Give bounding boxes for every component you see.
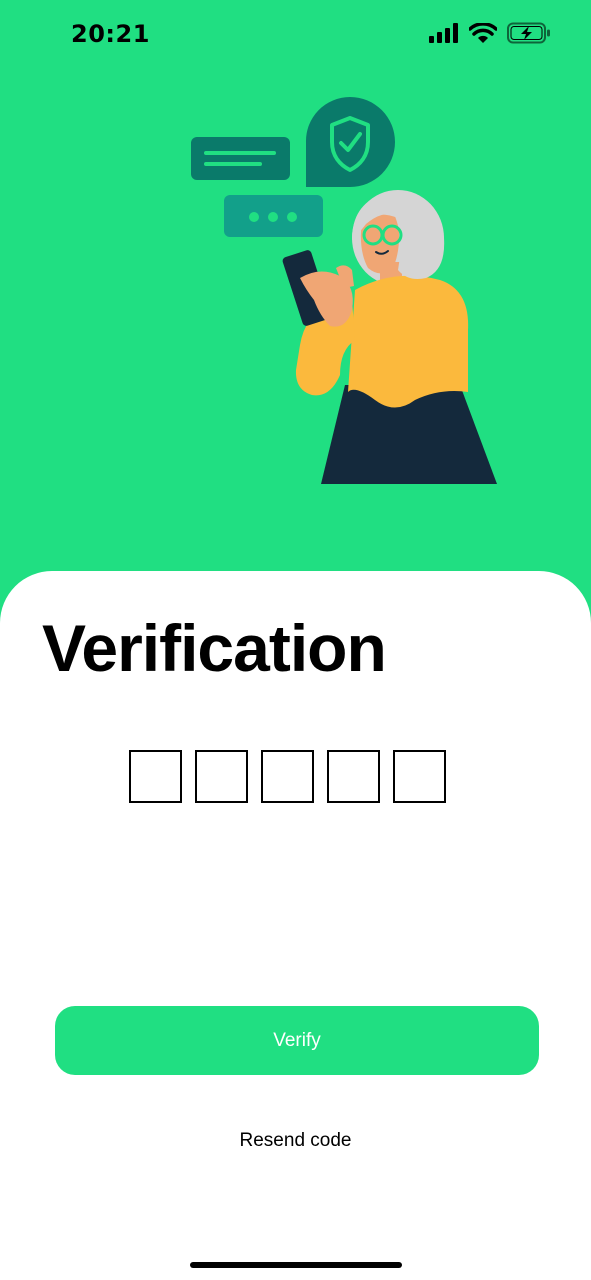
code-digit-5[interactable] <box>393 750 446 803</box>
code-digit-2[interactable] <box>195 750 248 803</box>
shield-check-icon <box>305 97 395 187</box>
hero-illustration <box>0 0 591 600</box>
page-title: Verification <box>42 611 387 685</box>
resend-code-link[interactable]: Resend code <box>0 1130 591 1152</box>
cellular-signal-icon <box>429 23 458 43</box>
woman-with-phone-illustration <box>191 97 497 484</box>
wifi-icon <box>469 22 497 43</box>
status-time: 20:21 <box>71 20 150 48</box>
typing-dots-bubble-icon <box>224 195 323 237</box>
status-bar: 20:21 <box>0 0 591 70</box>
code-digit-1[interactable] <box>129 750 182 803</box>
verification-code-input <box>129 750 446 803</box>
status-icons <box>429 22 551 44</box>
home-indicator <box>190 1262 402 1268</box>
code-digit-3[interactable] <box>261 750 314 803</box>
code-digit-4[interactable] <box>327 750 380 803</box>
battery-charging-icon <box>507 22 550 44</box>
message-bubble-icon <box>191 137 290 180</box>
verify-button[interactable]: Verify <box>55 1006 539 1075</box>
